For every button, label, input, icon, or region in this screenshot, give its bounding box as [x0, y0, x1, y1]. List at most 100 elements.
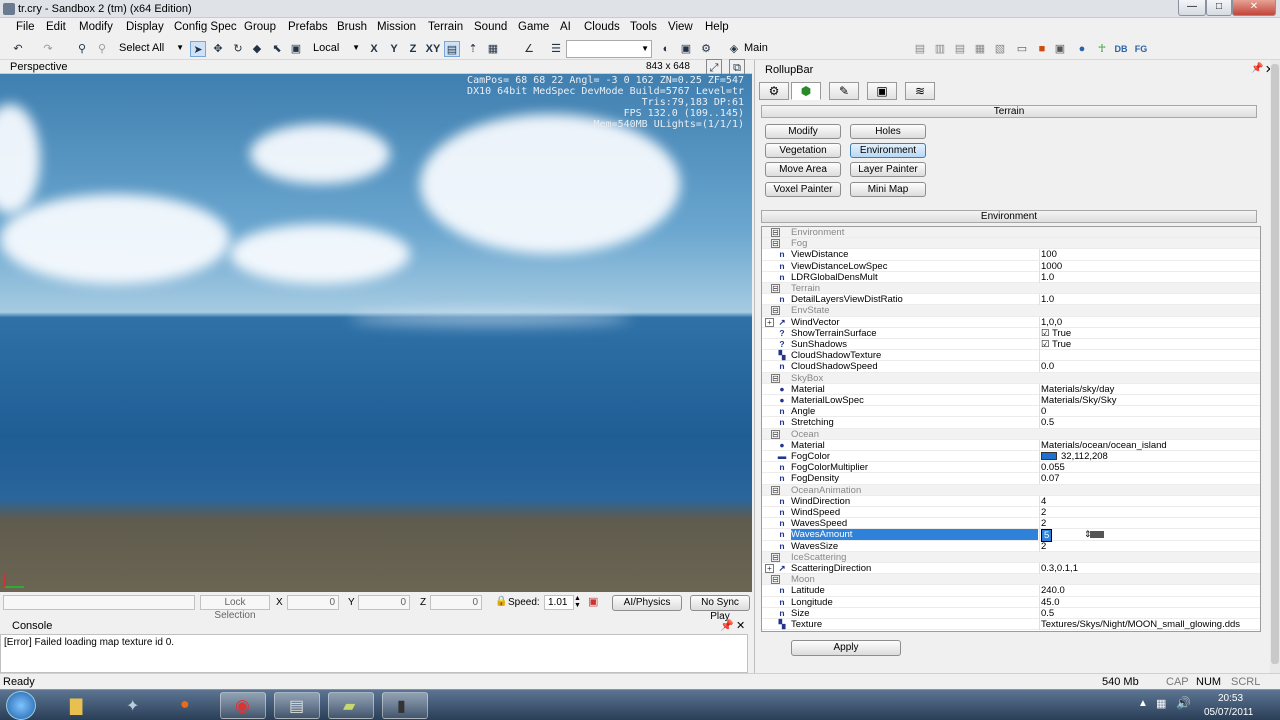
align-center-icon[interactable]: ▥	[932, 41, 948, 57]
speed-field[interactable]: 1.01	[544, 595, 574, 610]
menu-prefabs[interactable]: Prefabs	[288, 21, 328, 33]
property-value[interactable]: Materials/Sky/Sky	[1041, 395, 1117, 406]
select-terrain-icon[interactable]: ⬉	[269, 41, 285, 57]
property-value[interactable]: 1000	[1041, 261, 1062, 272]
axis-x-button[interactable]: X	[366, 41, 382, 57]
tab-layers[interactable]: ≋	[905, 82, 935, 100]
vegetation-button[interactable]: Vegetation	[765, 143, 841, 158]
menu-modify[interactable]: Modify	[79, 21, 113, 33]
minimize-button[interactable]: —	[1178, 0, 1206, 16]
pin-icon[interactable]: 📌	[1251, 63, 1263, 74]
map-icon[interactable]: ▣	[1052, 41, 1068, 57]
modify-button[interactable]: Modify	[765, 124, 841, 139]
volume-icon[interactable]: 🔊	[1176, 696, 1191, 710]
taskbar-notes[interactable]: ▰	[328, 692, 374, 719]
property-value[interactable]: 0.3,0.1,1	[1041, 563, 1078, 574]
property-row[interactable]: + ↗ ScatteringDirection 0.3,0.1,1	[762, 563, 1260, 575]
property-value[interactable]: Materials/ocean/ocean_island	[1041, 440, 1167, 451]
gear-icon[interactable]: ⚙	[698, 41, 714, 57]
property-row[interactable]: n WavesSpeed 2	[762, 518, 1260, 530]
property-value[interactable]: 0.07	[1041, 473, 1060, 484]
tray-arrow-icon[interactable]: ▲	[1138, 698, 1148, 709]
property-row[interactable]: n FogDensity 0.07	[762, 473, 1260, 485]
tab-display[interactable]: ▣	[867, 82, 897, 100]
property-row[interactable]: ● Material Materials/sky/day	[762, 383, 1260, 395]
property-row[interactable]: n Latitude 240.0	[762, 585, 1260, 597]
collapse-icon[interactable]: ⊟	[771, 228, 780, 237]
property-row[interactable]: n FogColorMultiplier 0.055	[762, 462, 1260, 474]
db-icon[interactable]: DB	[1112, 41, 1130, 57]
layers-icon[interactable]: ☰	[548, 41, 564, 57]
property-row[interactable]: n ViewDistanceLowSpec 1000	[762, 260, 1260, 272]
snap-icon[interactable]: ▣	[288, 41, 304, 57]
menu-brush[interactable]: Brush	[337, 21, 367, 33]
menu-clouds[interactable]: Clouds	[584, 21, 620, 33]
menu-sound[interactable]: Sound	[474, 21, 507, 33]
property-group-row[interactable]: ⊟ Environment	[762, 227, 1260, 239]
menu-group[interactable]: Group	[244, 21, 276, 33]
network-tray-icon[interactable]: ▦	[1156, 697, 1166, 710]
menu-help[interactable]: Help	[705, 21, 729, 33]
property-row[interactable]: ? ShowTerrainSurface ☑ True	[762, 327, 1260, 339]
property-value[interactable]: 0.055	[1041, 462, 1065, 473]
angle-snap-icon[interactable]: ∠	[521, 41, 537, 57]
property-value[interactable]: ☑ True	[1041, 328, 1071, 339]
distribute-icon[interactable]: ▦	[972, 41, 988, 57]
collapse-icon[interactable]: ⊟	[771, 429, 780, 439]
tab-terrain[interactable]: ⬢	[791, 82, 821, 100]
property-row[interactable]: n WindDirection 4	[762, 495, 1260, 507]
property-group-row[interactable]: ⊟ Moon	[762, 574, 1260, 586]
property-row[interactable]: n ViewDistance 100	[762, 249, 1260, 261]
perspective-viewport[interactable]: CamPos= 68 68 22 Angl= -3 0 162 ZN=0.25 …	[0, 74, 752, 592]
group-icon[interactable]: ▧	[992, 41, 1008, 57]
property-row[interactable]: ? SunShadows ☑ True	[762, 339, 1260, 351]
property-row[interactable]: ▚ CloudShadowTexture	[762, 350, 1260, 362]
select-mode-dropdown[interactable]: Select All ▼	[116, 40, 186, 58]
goto-icon[interactable]: ◐	[658, 41, 674, 57]
align-right-icon[interactable]: ▤	[952, 41, 968, 57]
viewport-restore-icon[interactable]: ⧉	[729, 59, 745, 75]
align-icon[interactable]: ⇡	[465, 41, 481, 57]
property-value[interactable]: 2	[1041, 518, 1046, 529]
menu-edit[interactable]: Edit	[46, 21, 66, 33]
taskbar-cmd[interactable]: ▮	[382, 692, 428, 719]
no-sync-play-button[interactable]: No Sync Play	[690, 595, 750, 622]
clock-date[interactable]: 05/07/2011	[1204, 707, 1253, 718]
value-slider-icon[interactable]	[1090, 531, 1104, 539]
property-value[interactable]: 240.0	[1041, 585, 1065, 596]
property-value[interactable]: 0	[1041, 406, 1046, 417]
scale-icon[interactable]: ◆	[249, 41, 265, 57]
taskbar-app[interactable]: ✦	[112, 692, 158, 719]
terrain-texture-icon[interactable]: ■	[1034, 41, 1050, 57]
property-row[interactable]: n Size 0.5	[762, 607, 1260, 619]
menu-display[interactable]: Display	[126, 21, 164, 33]
property-row[interactable]: n Angle 0	[762, 406, 1260, 418]
taskbar-firefox[interactable]: ●	[166, 692, 212, 719]
property-value[interactable]: 100	[1041, 249, 1057, 260]
axis-xy-button[interactable]: XY	[424, 41, 442, 57]
property-value[interactable]: 4	[1041, 496, 1046, 507]
holes-button[interactable]: Holes	[850, 124, 926, 139]
camera-icon[interactable]: ▣	[678, 41, 694, 57]
property-row[interactable]: ● Material Materials/ocean/ocean_island	[762, 439, 1260, 451]
scrollbar-thumb[interactable]	[1271, 64, 1279, 664]
property-row[interactable]: n CloudShadowSpeed 0.0	[762, 361, 1260, 373]
collapse-icon[interactable]: ⊟	[771, 552, 780, 562]
menu-terrain[interactable]: Terrain	[428, 21, 463, 33]
align-left-icon[interactable]: ▤	[912, 41, 928, 57]
menu-config-spec[interactable]: Config Spec	[174, 21, 237, 33]
property-row[interactable]: ▚ Texture Textures/Skys/Night/MOON_small_g…	[762, 619, 1260, 631]
property-group-row[interactable]: ⊟ Ocean	[762, 428, 1260, 440]
property-row[interactable]: + ↗ WindVector 1,0,0	[762, 316, 1260, 328]
terrain-snap-icon[interactable]: ▤	[444, 41, 460, 57]
rotate-icon[interactable]: ↻	[230, 41, 246, 57]
menu-view[interactable]: View	[668, 21, 693, 33]
redo-icon[interactable]: ↷	[40, 41, 56, 57]
collapse-icon[interactable]: ⊟	[771, 239, 780, 249]
property-value[interactable]: 1,0,0	[1041, 317, 1062, 328]
property-value[interactable]: 2	[1041, 507, 1046, 518]
color-swatch[interactable]	[1041, 452, 1057, 460]
console-output[interactable]: [Error] Failed loading map texture id 0.	[0, 634, 748, 673]
property-value[interactable]: 1.0	[1041, 272, 1054, 283]
property-row[interactable]: ● MaterialLowSpec Materials/Sky/Sky	[762, 395, 1260, 407]
